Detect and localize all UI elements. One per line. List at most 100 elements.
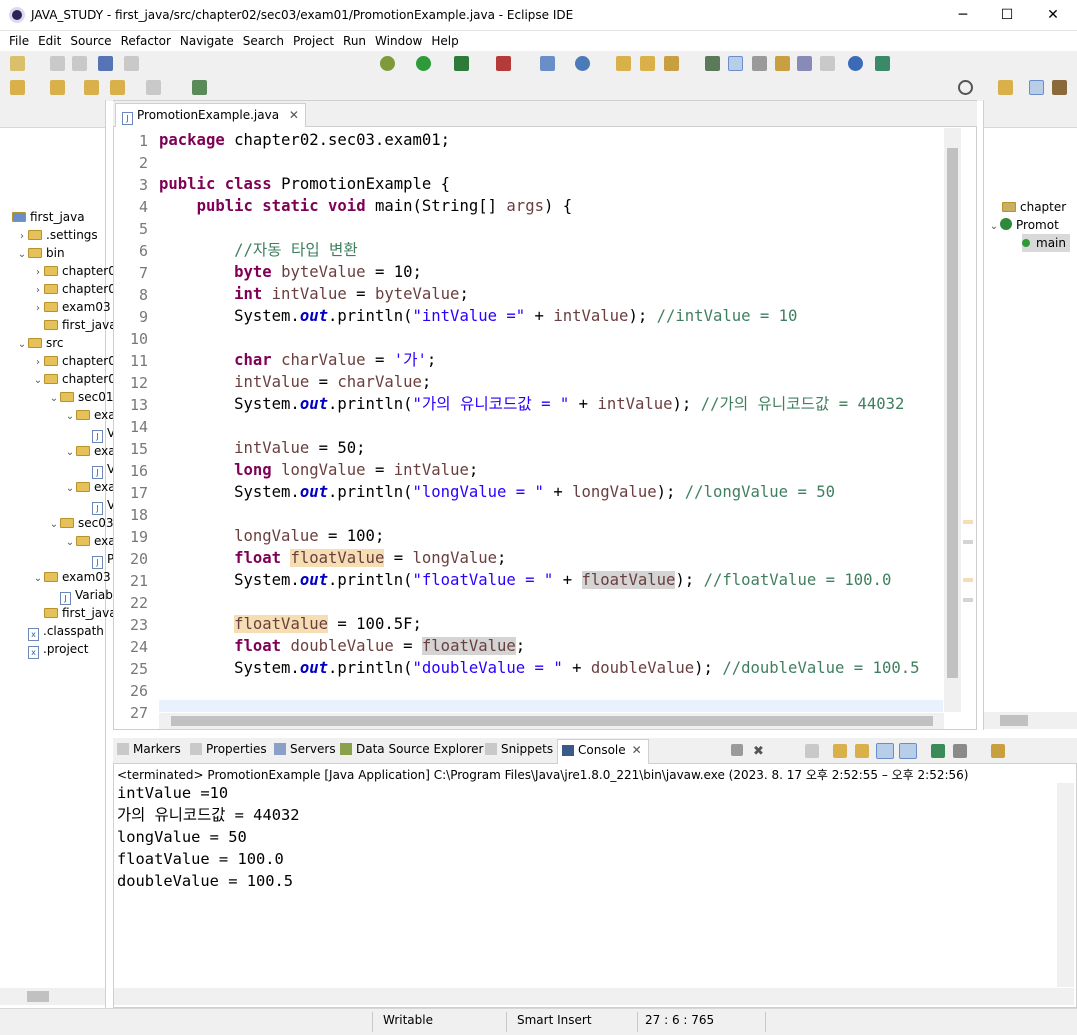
explorer-item[interactable]: › chapter01 (32, 262, 123, 280)
editor-hscrollbar[interactable] (159, 713, 944, 729)
pin-icon[interactable] (10, 80, 25, 95)
mark-occurrences-icon[interactable] (728, 56, 743, 71)
tab-snippets[interactable]: Snippets (485, 742, 553, 756)
menu-help[interactable]: Help (422, 31, 458, 51)
code-line[interactable]: System.out.println("longValue = " + long… (159, 481, 835, 503)
menu-window[interactable]: Window (366, 31, 422, 51)
explorer-item[interactable]: first_java (32, 316, 117, 334)
tab-promotion-example[interactable]: J PromotionExample.java ✕ (115, 103, 306, 127)
outline-method[interactable]: main (1022, 234, 1070, 252)
editor-hscroll-thumb[interactable] (171, 716, 933, 726)
code-line[interactable]: int intValue = byteValue; (159, 283, 469, 305)
code-line[interactable]: package chapter02.sec03.exam01; (159, 129, 450, 151)
expand-toggle-icon[interactable]: ⌄ (48, 516, 60, 534)
expand-toggle-icon[interactable]: ⌄ (64, 480, 76, 498)
new-icon[interactable] (10, 56, 25, 71)
explorer-item[interactable]: first_java (0, 208, 85, 226)
code-line[interactable]: public class PromotionExample { (159, 173, 450, 195)
code-line[interactable]: long longValue = intValue; (159, 459, 478, 481)
forward-icon[interactable] (146, 80, 161, 95)
code-line[interactable]: System.out.println("doubleValue = " + do… (159, 657, 919, 679)
explorer-item[interactable]: ⌄ sec03 (48, 514, 114, 532)
code-line[interactable]: System.out.println("floatValue = " + flo… (159, 569, 891, 591)
open-console-icon[interactable] (991, 744, 1005, 758)
menu-project[interactable]: Project (284, 31, 334, 51)
debug-icon[interactable] (380, 56, 395, 71)
open-perspective-icon[interactable] (192, 80, 207, 95)
tab-servers[interactable]: Servers (274, 742, 336, 756)
expand-toggle-icon[interactable]: ⌄ (16, 336, 28, 354)
explorer-item[interactable]: JP (80, 550, 114, 569)
code-line[interactable]: //자동 타입 변환 (159, 239, 358, 261)
tab-data-source-explorer[interactable]: Data Source Explorer (340, 742, 483, 756)
display-console-icon[interactable] (953, 744, 967, 758)
skip-breakpoints-icon[interactable] (124, 56, 139, 71)
code-line[interactable]: char charValue = '가'; (159, 349, 436, 371)
code-line[interactable]: public static void main(String[] args) { (159, 195, 573, 217)
expand-toggle-icon[interactable]: ⌄ (48, 390, 60, 408)
tab-properties[interactable]: Properties (190, 742, 267, 756)
explorer-item[interactable]: JV (80, 496, 115, 515)
code-line[interactable]: floatValue = 100.5F; (159, 613, 422, 635)
open-type-icon[interactable] (616, 56, 631, 71)
expand-toggle-icon[interactable]: ⌄ (64, 534, 76, 552)
explorer-item[interactable]: x .project (16, 640, 88, 659)
explorer-item[interactable]: ⌄ exam03 (32, 568, 111, 586)
expand-toggle-icon[interactable]: ⌄ (64, 408, 76, 426)
minimize-button[interactable]: ─ (940, 0, 986, 30)
maximize-button[interactable]: ☐ (984, 0, 1030, 30)
code-line[interactable]: System.out.println("가의 유니코드값 = " + intVa… (159, 393, 904, 415)
close-console-icon[interactable]: ✕ (632, 743, 642, 757)
remove-launch-icon[interactable]: ✖ (753, 744, 767, 759)
search-icon[interactable] (958, 80, 973, 95)
synchronize-icon[interactable] (875, 56, 890, 71)
java-perspective-icon[interactable] (1029, 80, 1044, 95)
explorer-item[interactable]: › .settings (16, 226, 98, 244)
outline-scroll-thumb[interactable] (1000, 715, 1028, 726)
explorer-item[interactable]: ⌄ chapter02 (32, 370, 124, 390)
explorer-item[interactable]: › chapter01 (32, 352, 123, 370)
annotation-icon[interactable] (705, 56, 720, 71)
outline-class[interactable]: ⌄ Promot (988, 216, 1059, 234)
explorer-item[interactable]: › exam03 (32, 298, 111, 316)
code-line[interactable]: byte byteValue = 10; (159, 261, 422, 283)
editor-vscroll-thumb[interactable] (947, 148, 958, 678)
expand-toggle-icon[interactable]: ⌄ (32, 570, 44, 588)
explorer-item[interactable]: first_java (32, 604, 117, 622)
terminate-icon[interactable] (731, 744, 743, 756)
code-line[interactable]: float floatValue = longValue; (159, 547, 506, 569)
occurrence-marker[interactable] (963, 540, 973, 544)
save-icon[interactable] (50, 56, 65, 71)
tab-markers[interactable]: Markers (117, 742, 181, 756)
new-java-project-icon[interactable] (540, 56, 555, 71)
last-edit-icon[interactable] (84, 80, 99, 95)
occurrence-marker[interactable] (963, 578, 973, 582)
explorer-item[interactable]: ⌄ sec01 (48, 388, 114, 406)
menu-source[interactable]: Source (61, 31, 111, 51)
menu-edit[interactable]: Edit (29, 31, 61, 51)
save-all-icon[interactable] (72, 56, 87, 71)
expand-toggle-icon[interactable]: ⌄ (16, 246, 28, 264)
search-tool-icon[interactable] (664, 56, 679, 71)
code-line[interactable]: float doubleValue = floatValue; (159, 635, 525, 657)
occurrence-marker[interactable] (963, 598, 973, 602)
code-line[interactable]: longValue = 100; (159, 525, 384, 547)
new-class-icon[interactable] (575, 56, 590, 71)
word-wrap-icon[interactable] (855, 744, 869, 758)
show-whitespace-icon[interactable] (797, 56, 812, 71)
open-task-icon[interactable] (640, 56, 655, 71)
expand-toggle-icon[interactable]: ⌄ (32, 372, 44, 390)
debug-perspective-icon[interactable] (1052, 80, 1067, 95)
coverage-icon[interactable] (454, 56, 469, 71)
occurrence-marker[interactable] (963, 520, 973, 524)
explorer-item[interactable]: JV (80, 460, 115, 479)
menu-navigate[interactable]: Navigate (171, 31, 234, 51)
globe-icon[interactable] (848, 56, 863, 71)
outline-package[interactable]: chapter (1002, 198, 1066, 216)
expand-toggle-icon[interactable]: ⌄ (64, 444, 76, 462)
explorer-scroll-thumb[interactable] (27, 991, 49, 1002)
close-button[interactable]: ✕ (1030, 0, 1076, 30)
show-on-error-icon[interactable] (899, 743, 917, 759)
console-vscrollbar[interactable] (1057, 783, 1074, 987)
explorer-item[interactable]: › chapter02 (32, 280, 123, 298)
